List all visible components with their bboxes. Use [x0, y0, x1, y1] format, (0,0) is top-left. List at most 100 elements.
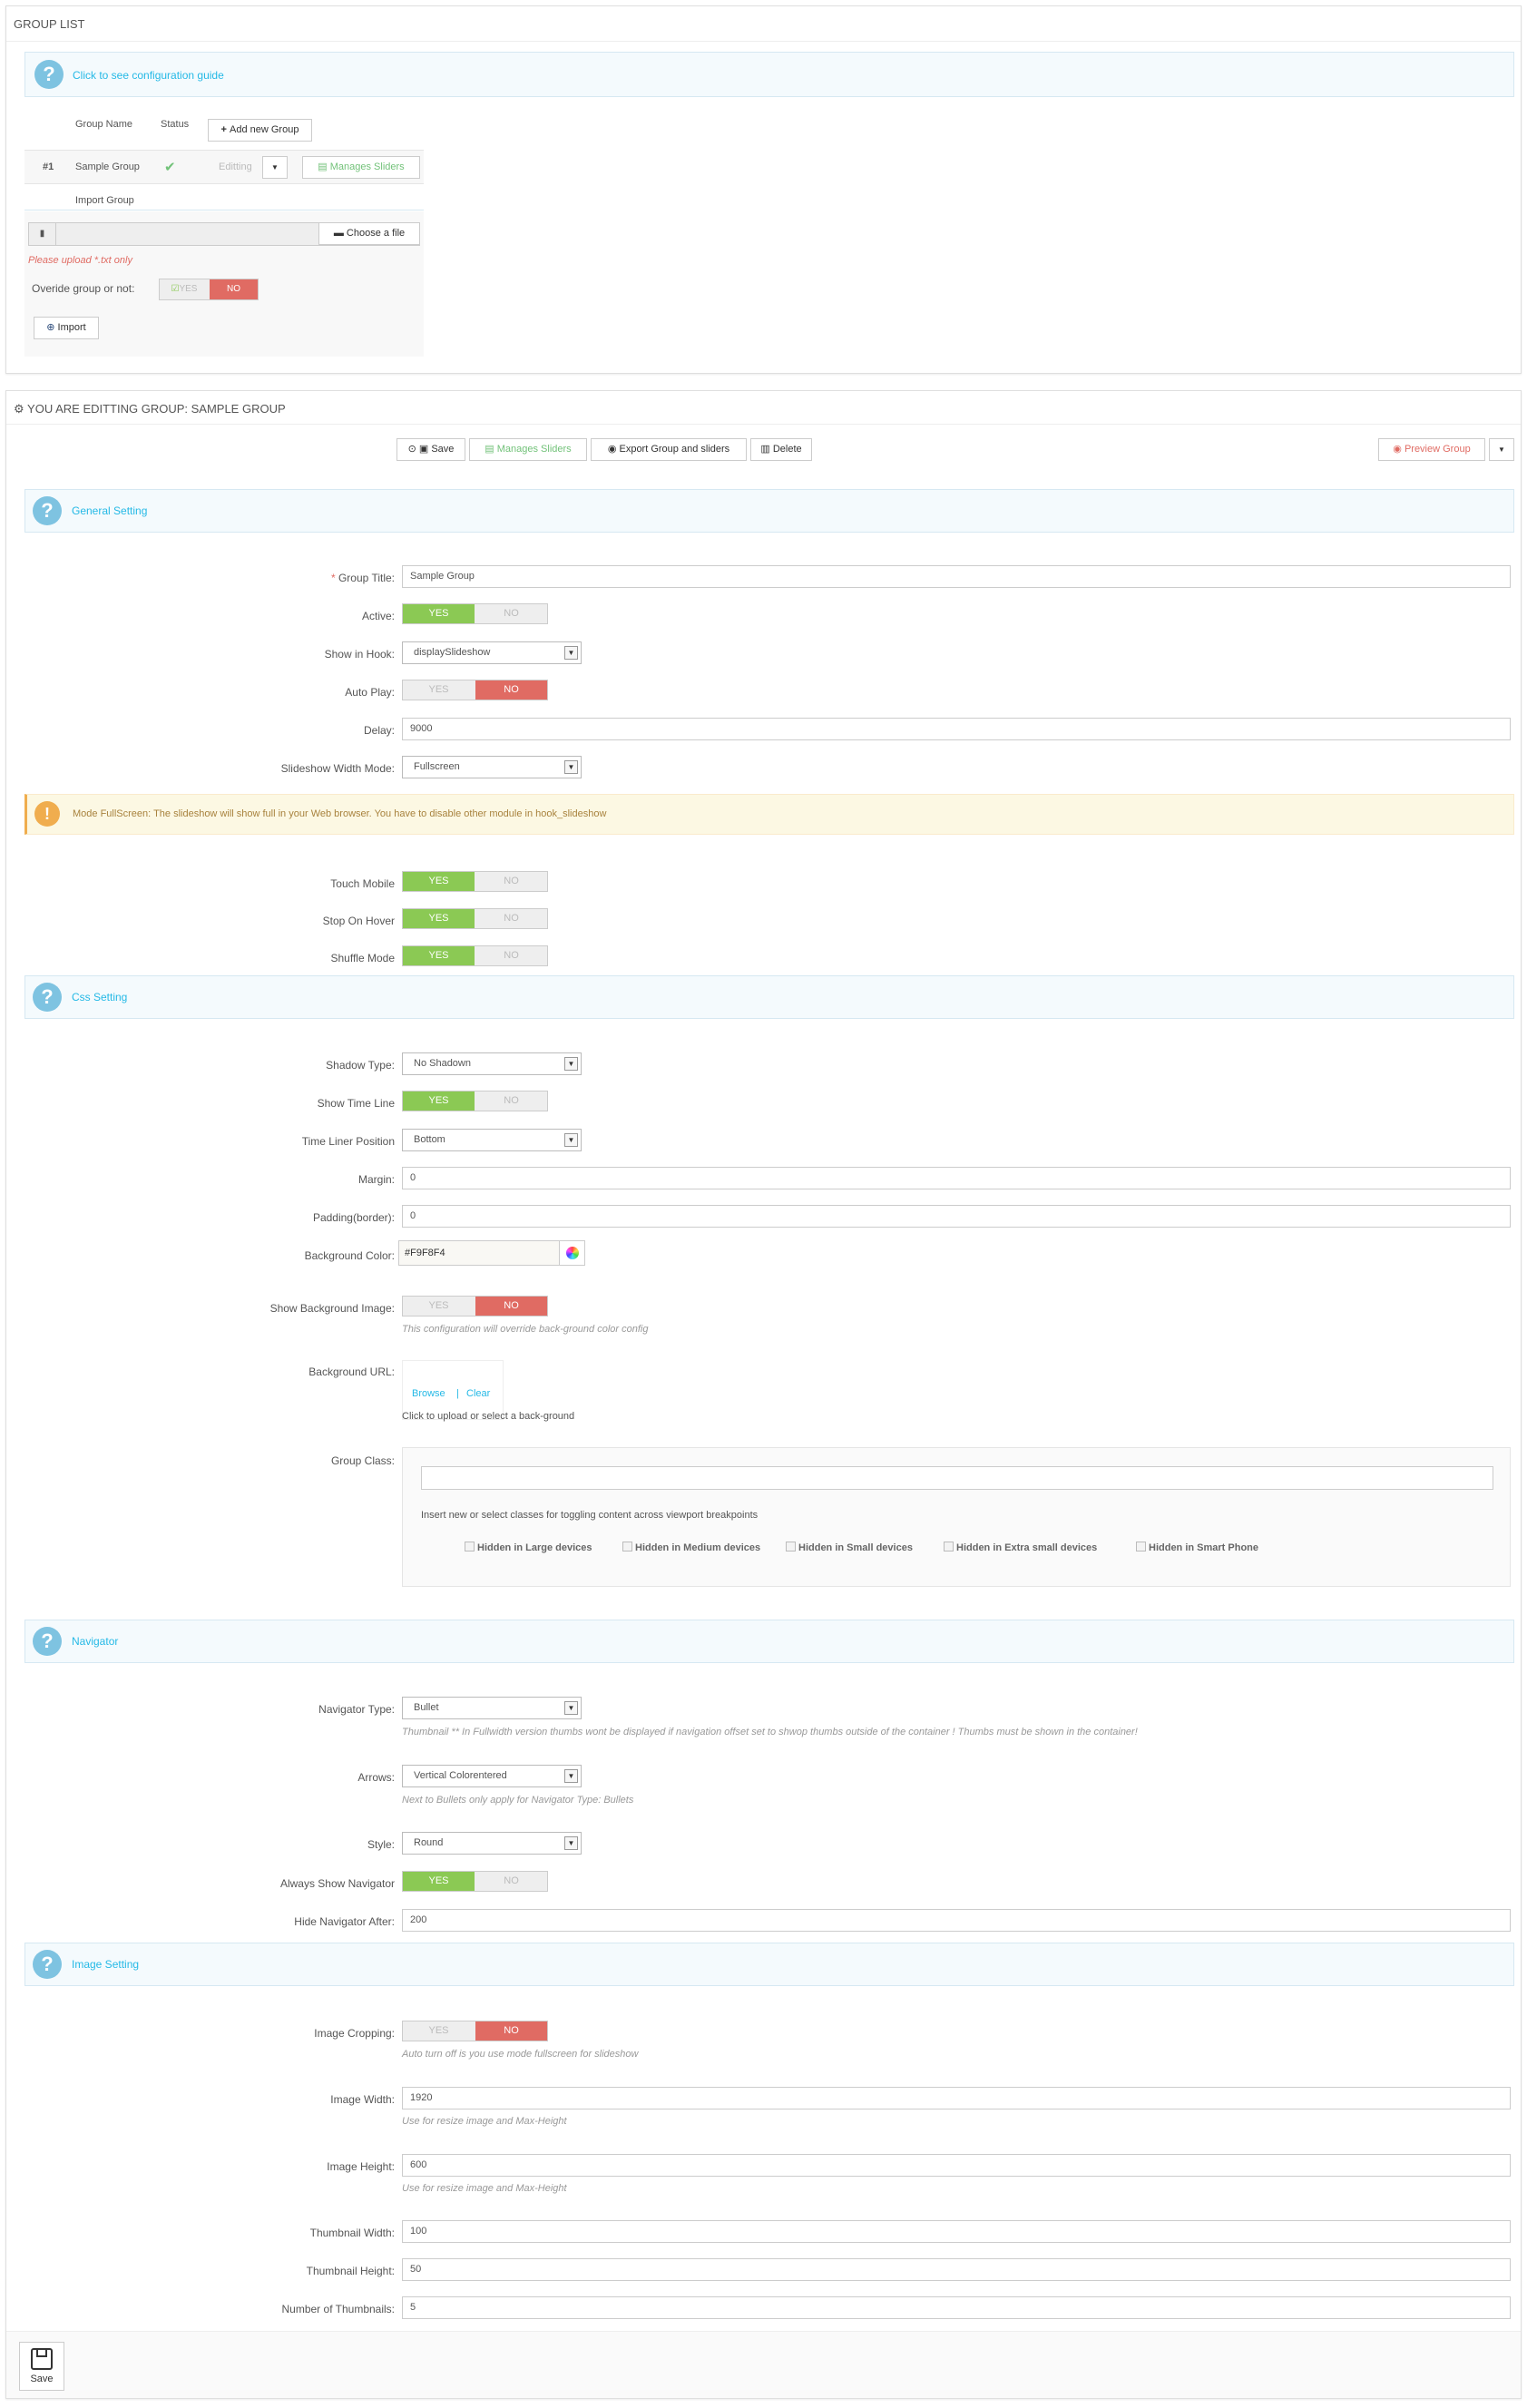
active-toggle[interactable]: YES NO [402, 603, 548, 624]
row-name: Sample Group [75, 162, 140, 172]
image-width-input[interactable]: 1920 [402, 2087, 1511, 2109]
checkbox-icon[interactable] [1136, 1542, 1146, 1551]
toggle-yes[interactable]: YES [403, 1297, 475, 1316]
bgcolor-label: Background Color: [304, 1249, 395, 1262]
checkbox-icon[interactable] [786, 1542, 796, 1551]
row-dropdown-button[interactable]: ▼ [262, 156, 288, 179]
touch-mobile-toggle[interactable]: YES NO [402, 871, 548, 892]
section-css-setting: ? Css Setting [24, 975, 1514, 1019]
thumb-width-input[interactable]: 100 [402, 2220, 1511, 2243]
thumb-height-input[interactable]: 50 [402, 2258, 1511, 2281]
toggle-no[interactable]: NO [475, 680, 547, 700]
group-class-input[interactable] [421, 1466, 1493, 1490]
toggle-yes[interactable]: YES [403, 946, 475, 965]
toggle-no[interactable]: NO [475, 909, 547, 928]
toggle-yes[interactable]: YES [403, 2021, 475, 2041]
checkbox-hidden-xsmall[interactable]: Hidden in Extra small devices [944, 1542, 1097, 1553]
checkbox-icon[interactable] [465, 1542, 475, 1551]
check-icon: ✔ [164, 160, 176, 175]
crop-toggle[interactable]: YES NO [402, 2021, 548, 2041]
stop-hover-toggle[interactable]: YES NO [402, 908, 548, 929]
arrows-select[interactable]: Vertical Colorentered ▼ [402, 1765, 582, 1787]
bgurl-label: Background URL: [308, 1366, 395, 1378]
override-yes[interactable]: ☑YES [160, 279, 209, 299]
import-button[interactable]: ⊕ Import [34, 317, 99, 339]
browse-link[interactable]: Browse [412, 1388, 445, 1399]
autoplay-toggle[interactable]: YES NO [402, 680, 548, 700]
color-picker-icon[interactable] [559, 1241, 584, 1265]
panel-title: ⚙ YOU ARE EDITTING GROUP: SAMPLE GROUP [14, 402, 286, 416]
toggle-yes[interactable]: YES [403, 1091, 475, 1111]
delete-button[interactable]: ▥ Delete [750, 438, 812, 461]
manage-sliders-button[interactable]: ▤ Manages Sliders [302, 156, 420, 179]
toggle-no[interactable]: NO [475, 872, 547, 891]
export-button[interactable]: ◉ Export Group and sliders [591, 438, 747, 461]
toggle-no[interactable]: NO [475, 1297, 547, 1316]
toggle-no[interactable]: NO [475, 1872, 547, 1891]
timeline-toggle[interactable]: YES NO [402, 1091, 548, 1111]
group-class-help: Insert new or select classes for togglin… [421, 1510, 759, 1521]
showbg-toggle[interactable]: YES NO [402, 1296, 548, 1317]
showbg-help: This configuration will override back-gr… [402, 1324, 649, 1335]
import-group-label: Import Group [75, 195, 134, 206]
override-no[interactable]: NO [210, 279, 258, 299]
checkbox-hidden-large[interactable]: Hidden in Large devices [465, 1542, 592, 1553]
always-nav-toggle[interactable]: YES NO [402, 1871, 548, 1892]
arrows-label: Arrows: [357, 1771, 395, 1784]
file-input[interactable]: ▮ ▬ Choose a file [28, 222, 420, 246]
checkbox-hidden-phone[interactable]: Hidden in Smart Phone [1136, 1542, 1258, 1553]
footer-save-button[interactable]: Save [19, 2342, 64, 2391]
editing-label: Editting [219, 162, 252, 172]
toggle-no[interactable]: NO [475, 1091, 547, 1111]
clear-link[interactable]: Clear [466, 1388, 490, 1399]
toggle-yes[interactable]: YES [403, 872, 475, 891]
image-height-help: Use for resize image and Max-Height [402, 2183, 567, 2194]
nav-type-select[interactable]: Bullet ▼ [402, 1697, 582, 1719]
toggle-no[interactable]: NO [475, 946, 547, 965]
checkbox-icon[interactable] [622, 1542, 632, 1551]
shuffle-toggle[interactable]: YES NO [402, 945, 548, 966]
checkbox-hidden-small[interactable]: Hidden in Small devices [786, 1542, 913, 1553]
stop-hover-label: Stop On Hover [322, 915, 395, 927]
bgcolor-input[interactable]: #F9F8F4 [398, 1240, 585, 1266]
margin-input[interactable]: 0 [402, 1167, 1511, 1189]
table-row[interactable]: #1 Sample Group ✔ Editting ▼ ▤ Manages S… [24, 150, 424, 184]
delay-input[interactable]: 9000 [402, 718, 1511, 740]
toggle-yes[interactable]: YES [403, 604, 475, 623]
save-icon: ▣ [418, 444, 432, 455]
shadow-select[interactable]: No Shadown ▼ [402, 1052, 582, 1075]
active-label: Active: [361, 610, 395, 622]
panel-title: GROUP LIST [14, 17, 85, 31]
toggle-yes[interactable]: YES [403, 1872, 475, 1891]
config-guide[interactable]: ? Click to see configuration guide [24, 52, 1514, 97]
save-button[interactable]: ⊙ ▣ Save [396, 438, 465, 461]
add-group-button[interactable]: + Add new Group [208, 119, 312, 142]
hook-select[interactable]: displaySlideshow ▼ [402, 641, 582, 664]
checkbox-icon[interactable] [944, 1542, 954, 1551]
warning-icon: ! [34, 801, 60, 827]
always-nav-label: Always Show Navigator [279, 1877, 395, 1890]
padding-input[interactable]: 0 [402, 1205, 1511, 1228]
style-select[interactable]: Round ▼ [402, 1832, 582, 1855]
hide-nav-input[interactable]: 200 [402, 1909, 1511, 1932]
preview-dropdown-button[interactable]: ▼ [1489, 438, 1514, 461]
guide-link[interactable]: Click to see configuration guide [73, 69, 224, 82]
preview-group-button[interactable]: ◉ Preview Group [1378, 438, 1485, 461]
timeliner-select[interactable]: Bottom ▼ [402, 1129, 582, 1151]
width-mode-select[interactable]: Fullscreen ▼ [402, 756, 582, 778]
group-title-input[interactable]: Sample Group [402, 565, 1511, 588]
crop-label: Image Cropping: [314, 2027, 395, 2040]
help-icon: ? [34, 60, 64, 89]
manage-sliders-button[interactable]: ▤ Manages Sliders [469, 438, 587, 461]
toggle-yes[interactable]: YES [403, 909, 475, 928]
thumb-count-input[interactable]: 5 [402, 2296, 1511, 2319]
chevron-down-icon: ▼ [564, 646, 578, 660]
checkbox-hidden-medium[interactable]: Hidden in Medium devices [622, 1542, 760, 1553]
image-height-input[interactable]: 600 [402, 2154, 1511, 2177]
toggle-yes[interactable]: YES [403, 680, 475, 700]
arrows-help: Next to Bullets only apply for Navigator… [402, 1795, 634, 1806]
toggle-no[interactable]: NO [475, 2021, 547, 2041]
override-toggle[interactable]: ☑YES NO [159, 279, 259, 300]
choose-file-button[interactable]: ▬ Choose a file [318, 222, 420, 245]
toggle-no[interactable]: NO [475, 604, 547, 623]
